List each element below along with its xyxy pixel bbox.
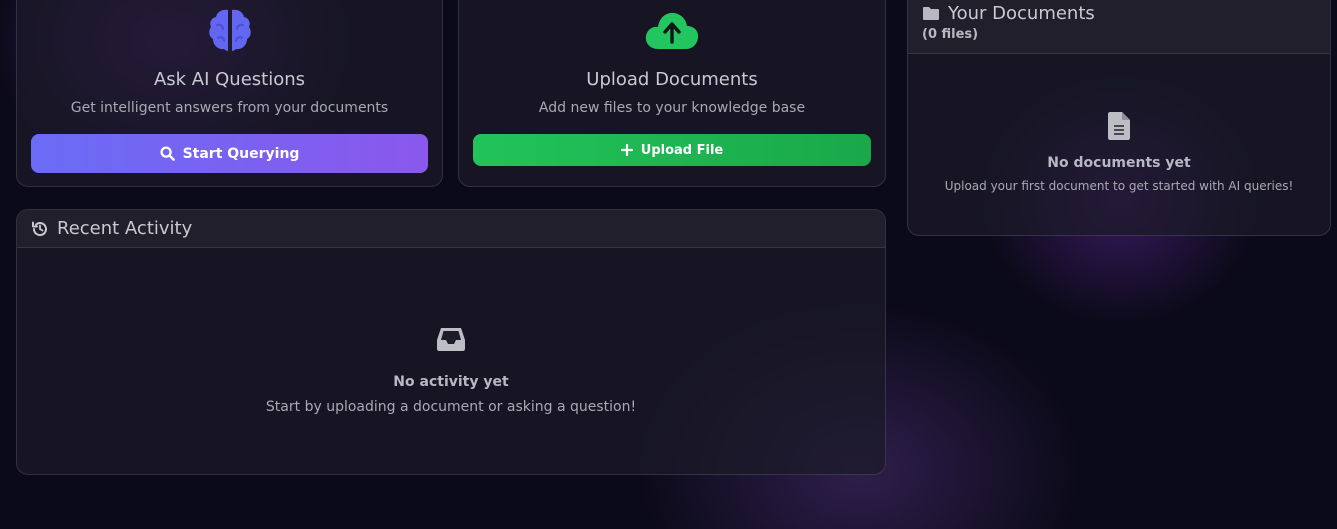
start-querying-button[interactable]: Start Querying	[31, 134, 428, 173]
inbox-icon	[437, 328, 465, 351]
upload-documents-description: Add new files to your knowledge base	[538, 100, 806, 116]
documents-count: (0 files)	[922, 27, 979, 42]
ask-ai-description: Get intelligent answers from your docume…	[70, 100, 389, 116]
activity-empty-state: No activity yet Start by uploading a doc…	[17, 326, 885, 415]
file-icon	[1108, 112, 1130, 140]
upload-documents-card: Upload Documents Add new files to your k…	[458, 0, 886, 187]
activity-empty-subtitle: Start by uploading a document or asking …	[265, 399, 637, 415]
upload-file-button[interactable]: Upload File	[473, 134, 871, 166]
ask-ai-title: Ask AI Questions	[153, 69, 306, 90]
upload-documents-title: Upload Documents	[586, 69, 758, 90]
upload-file-label: Upload File	[640, 142, 724, 158]
cloud-upload-icon	[459, 11, 885, 51]
brain-icon	[17, 7, 442, 53]
ask-ai-card: Ask AI Questions Get intelligent answers…	[16, 0, 443, 187]
recent-activity-panel: Recent Activity No activity yet Start by…	[16, 209, 886, 475]
recent-activity-header: Recent Activity	[17, 210, 885, 248]
folder-icon	[923, 7, 939, 20]
activity-empty-title: No activity yet	[393, 374, 509, 390]
documents-empty-title: No documents yet	[1047, 155, 1191, 171]
documents-panel-title: Your Documents	[922, 3, 1316, 24]
recent-activity-title: Recent Activity	[31, 218, 871, 239]
documents-panel-header: Your Documents (0 files)	[908, 0, 1330, 54]
plus-icon	[620, 144, 633, 156]
documents-empty-subtitle: Upload your first document to get starte…	[944, 179, 1294, 193]
documents-empty-state: No documents yet Upload your first docum…	[908, 111, 1330, 193]
recent-activity-label: Recent Activity	[57, 218, 193, 239]
history-icon	[32, 221, 47, 236]
search-icon	[160, 146, 175, 161]
documents-panel: Your Documents (0 files) No documents ye…	[907, 0, 1331, 236]
documents-title-label: Your Documents	[948, 3, 1095, 24]
start-querying-label: Start Querying	[182, 145, 300, 162]
